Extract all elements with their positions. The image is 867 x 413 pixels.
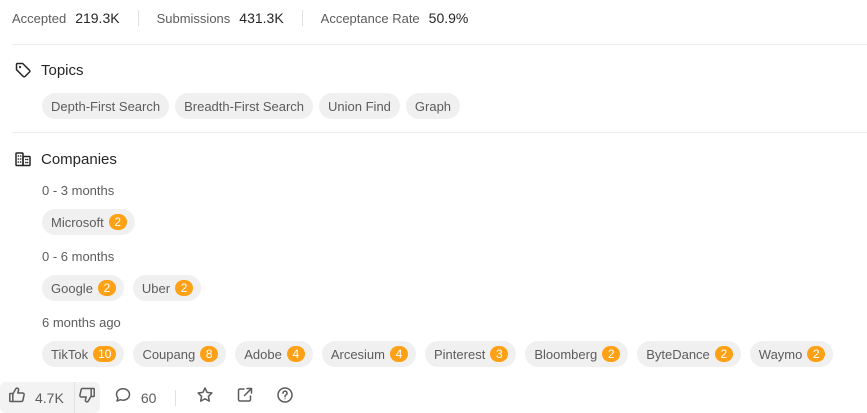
company-tag[interactable]: Google 2 [42, 275, 124, 301]
stat-acceptance-rate: Acceptance Rate 50.9% [321, 10, 469, 26]
company-name: Pinterest [434, 346, 486, 362]
topic-tag[interactable]: Breadth-First Search [175, 93, 314, 119]
frequency-badge: 3 [490, 346, 509, 362]
stat-accepted: Accepted 219.3K [12, 10, 120, 26]
building-icon [14, 150, 32, 168]
comment-count: 60 [140, 389, 157, 406]
company-tags: TikTok 10 Coupang 8 Adobe 4 Arcesium 4 P… [42, 341, 834, 367]
divider [137, 10, 139, 26]
companies-header[interactable]: Companies [14, 150, 117, 168]
period-label: 6 months ago [42, 315, 121, 330]
divider [175, 389, 177, 406]
stat-label: Acceptance Rate [320, 10, 420, 26]
companies-title: Companies [41, 150, 117, 168]
share-icon [236, 386, 254, 409]
frequency-badge: 2 [175, 280, 194, 296]
frequency-badge: 4 [286, 346, 305, 362]
dislike-button[interactable] [73, 382, 100, 413]
company-tags: Google 2 Uber 2 [42, 275, 202, 301]
star-icon [196, 386, 214, 409]
thumbs-down-icon [78, 386, 96, 409]
vote-group: 4.7K [0, 382, 100, 413]
section-divider [12, 132, 867, 133]
company-tag[interactable]: ByteDance 2 [637, 341, 741, 367]
frequency-badge: 2 [807, 346, 826, 362]
company-tag[interactable]: Arcesium 4 [321, 341, 416, 367]
company-tag[interactable]: Bloomberg 2 [525, 341, 629, 367]
frequency-badge: 2 [108, 214, 127, 230]
company-name: Waymo [758, 346, 803, 362]
company-tag[interactable]: Coupang 8 [133, 341, 227, 367]
divider [301, 10, 303, 26]
company-name: TikTok [51, 346, 89, 362]
tag-icon [14, 61, 32, 79]
stat-value: 431.3K [239, 10, 284, 26]
company-name: Coupang [142, 346, 196, 362]
company-name: Microsoft [51, 214, 104, 230]
company-tag[interactable]: TikTok 10 [42, 341, 125, 367]
period-label: 0 - 6 months [42, 249, 115, 264]
topic-tag[interactable]: Depth-First Search [42, 93, 170, 119]
company-name: Adobe [244, 346, 282, 362]
stat-value: 50.9% [428, 10, 469, 26]
stats-bar: Accepted 219.3K Submissions 431.3K Accep… [12, 8, 468, 28]
help-icon [276, 386, 294, 409]
company-tags: Microsoft 2 [42, 209, 135, 235]
company-tag[interactable]: Pinterest 3 [425, 341, 517, 367]
company-tag[interactable]: Uber 2 [132, 275, 202, 301]
stat-label: Accepted [12, 10, 67, 26]
company-name: Bloomberg [534, 346, 598, 362]
favorite-button[interactable] [195, 386, 215, 409]
share-button[interactable] [235, 386, 255, 409]
frequency-badge: 2 [714, 346, 733, 362]
frequency-badge: 2 [602, 346, 621, 362]
company-name: Uber [141, 280, 171, 296]
action-bar: 4.7K 60 [0, 382, 295, 413]
topic-tags: Depth-First Search Breadth-First Search … [42, 93, 461, 119]
comment-icon [114, 386, 132, 409]
like-count: 4.7K [35, 389, 64, 406]
section-divider [12, 44, 867, 45]
like-button[interactable]: 4.7K [0, 382, 74, 413]
frequency-badge: 4 [390, 346, 408, 362]
stat-submissions: Submissions 431.3K [157, 10, 284, 26]
period-label: 0 - 3 months [42, 183, 115, 198]
company-tag[interactable]: Microsoft 2 [42, 209, 135, 235]
company-name: ByteDance [646, 346, 710, 362]
stat-label: Submissions [156, 10, 231, 26]
topic-tag[interactable]: Union Find [319, 93, 400, 119]
topic-tag[interactable]: Graph [405, 93, 461, 119]
company-name: Arcesium [330, 346, 385, 362]
topics-header[interactable]: Topics [14, 61, 84, 79]
frequency-badge: 8 [200, 346, 219, 362]
topics-title: Topics [41, 61, 84, 79]
comments-button[interactable]: 60 [114, 386, 157, 409]
company-tag[interactable]: Adobe 4 [235, 341, 313, 367]
stat-value: 219.3K [75, 10, 120, 26]
company-tag[interactable]: Waymo 2 [749, 341, 834, 367]
help-button[interactable] [275, 386, 295, 409]
thumbs-up-icon [8, 386, 26, 409]
company-name: Google [51, 280, 93, 296]
frequency-badge: 2 [97, 280, 116, 296]
frequency-badge: 10 [93, 346, 117, 362]
